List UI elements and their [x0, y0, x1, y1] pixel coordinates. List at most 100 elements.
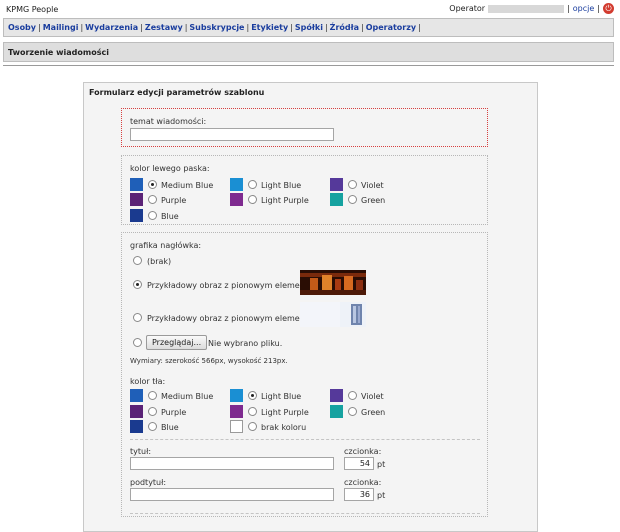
- stripe-radio-medium-blue[interactable]: [148, 180, 157, 189]
- subtitle-font-label: czcionka:: [344, 478, 382, 487]
- section-divider: [130, 439, 480, 440]
- bg-swatch-green: [330, 405, 343, 418]
- bg-label-purple: Purple: [161, 408, 187, 417]
- nav-sep: |: [184, 23, 188, 32]
- operator-sep-2: |: [597, 4, 600, 13]
- bg-swatch-purple: [130, 405, 143, 418]
- nav-item-spolki[interactable]: Spółki: [295, 23, 323, 32]
- nav-item-wydarzenia[interactable]: Wydarzenia: [85, 23, 138, 32]
- stripe-color-label: kolor lewego paska:: [130, 164, 210, 173]
- nav-item-zrodla[interactable]: Źródła: [330, 23, 359, 32]
- nav-item-etykiety[interactable]: Etykiety: [251, 23, 288, 32]
- operator-name: [488, 4, 565, 13]
- page-title: Tworzenie wiadomości: [8, 48, 109, 57]
- form-title: Formularz edycji parametrów szablonu: [89, 88, 265, 97]
- stripe-swatch-light-purple: [230, 193, 243, 206]
- stripe-radio-green[interactable]: [348, 195, 357, 204]
- nav-item-subskrypcje[interactable]: Subskrypcje: [189, 23, 244, 32]
- bg-label-green: Green: [361, 408, 386, 417]
- browse-button[interactable]: Przeglądaj...: [146, 335, 208, 350]
- main-nav: Osoby | Mailingi | Wydarzenia | Zestawy …: [3, 18, 614, 37]
- nav-sep: |: [140, 23, 143, 32]
- bg-radio-light-blue[interactable]: [248, 391, 257, 400]
- stripe-radio-violet[interactable]: [348, 180, 357, 189]
- nav-sep: |: [38, 23, 41, 32]
- options-link[interactable]: opcje: [573, 4, 595, 13]
- stripe-label-medium-blue: Medium Blue: [161, 181, 214, 190]
- logout-icon[interactable]: ⏻: [603, 3, 614, 14]
- stripe-radio-light-blue[interactable]: [248, 180, 257, 189]
- bg-radio-light-purple[interactable]: [248, 407, 257, 416]
- bg-swatch-medium-blue: [130, 389, 143, 402]
- stripe-color-fieldset: kolor lewego paska: Medium Blue Light Bl…: [121, 155, 488, 225]
- bg-radio-blue[interactable]: [148, 422, 157, 431]
- stripe-label-blue: Blue: [161, 212, 179, 221]
- subtitle-input[interactable]: [130, 488, 334, 501]
- sample1-thumbnail: [300, 270, 366, 295]
- bg-color-label: kolor tła:: [130, 377, 166, 386]
- graphic-radio-none[interactable]: [133, 256, 142, 265]
- stripe-swatch-purple: [130, 193, 143, 206]
- nav-item-zestawy[interactable]: Zestawy: [145, 23, 183, 32]
- title-font-label: czcionka:: [344, 447, 382, 456]
- nav-sep: |: [360, 23, 364, 32]
- bg-label-violet: Violet: [361, 392, 384, 401]
- sample2-thumbnail: [300, 302, 366, 327]
- bg-label-none: brak koloru: [261, 423, 307, 432]
- nav-sep: |: [324, 23, 328, 32]
- bg-swatch-blue: [130, 420, 143, 433]
- nav-sep: |: [246, 23, 250, 32]
- header-graphic-label: grafika nagłówka:: [130, 241, 202, 250]
- stripe-label-light-blue: Light Blue: [261, 181, 302, 190]
- bg-radio-purple[interactable]: [148, 407, 157, 416]
- nav-item-operatorzy[interactable]: Operatorzy: [366, 23, 416, 32]
- dimensions-note: Wymiary: szerokość 566px, wysokość 213px…: [130, 357, 288, 365]
- stripe-swatch-medium-blue: [130, 178, 143, 191]
- nav-sep: |: [418, 23, 421, 32]
- nav-sep: |: [80, 23, 84, 32]
- bg-radio-violet[interactable]: [348, 391, 357, 400]
- stripe-radio-blue[interactable]: [148, 211, 157, 220]
- bg-radio-none[interactable]: [248, 422, 257, 431]
- operator-sep-1: |: [567, 4, 570, 13]
- title-label: tytuł:: [130, 447, 152, 456]
- title-input[interactable]: [130, 457, 334, 470]
- graphic-radio-sample2[interactable]: [133, 313, 142, 322]
- title-font-size-input[interactable]: 54: [344, 457, 374, 470]
- stripe-swatch-green: [330, 193, 343, 206]
- subtitle-label: podtytuł:: [130, 478, 167, 487]
- bg-radio-green[interactable]: [348, 407, 357, 416]
- operator-area: Operator | opcje | ⏻: [449, 3, 614, 14]
- nav-sep: |: [290, 23, 293, 32]
- bg-radio-medium-blue[interactable]: [148, 391, 157, 400]
- top-bar: KPMG People Operator | opcje | ⏻: [0, 0, 620, 18]
- stripe-label-green: Green: [361, 196, 386, 205]
- no-file-label: Nie wybrano pliku.: [208, 339, 283, 348]
- subject-label: temat wiadomości:: [130, 117, 207, 126]
- bg-label-light-blue: Light Blue: [261, 392, 302, 401]
- bg-swatch-violet: [330, 389, 343, 402]
- nav-item-osoby[interactable]: Osoby: [8, 23, 36, 32]
- bg-swatch-none: [230, 420, 243, 433]
- bg-label-light-purple: Light Purple: [261, 408, 309, 417]
- graphic-radio-upload[interactable]: [133, 338, 142, 347]
- stripe-swatch-blue: [130, 209, 143, 222]
- section-header: Tworzenie wiadomości: [3, 42, 614, 62]
- bg-label-medium-blue: Medium Blue: [161, 392, 214, 401]
- nav-item-mailingi[interactable]: Mailingi: [43, 23, 79, 32]
- divider: [3, 65, 614, 66]
- stripe-swatch-light-blue: [230, 178, 243, 191]
- stripe-radio-purple[interactable]: [148, 195, 157, 204]
- bg-swatch-light-purple: [230, 405, 243, 418]
- stripe-radio-light-purple[interactable]: [248, 195, 257, 204]
- stripe-label-purple: Purple: [161, 196, 187, 205]
- graphic-radio-sample1[interactable]: [133, 280, 142, 289]
- subtitle-font-size-input[interactable]: 36: [344, 488, 374, 501]
- app-title: KPMG People: [6, 5, 59, 14]
- header-graphic-fieldset: grafika nagłówka: (brak) Przykładowy obr…: [121, 232, 488, 517]
- subject-fieldset: temat wiadomości:: [121, 108, 488, 147]
- title-font-unit: pt: [377, 460, 386, 469]
- stripe-swatch-violet: [330, 178, 343, 191]
- subject-input[interactable]: [130, 128, 334, 141]
- template-form-panel: Formularz edycji parametrów szablonu tem…: [83, 82, 538, 532]
